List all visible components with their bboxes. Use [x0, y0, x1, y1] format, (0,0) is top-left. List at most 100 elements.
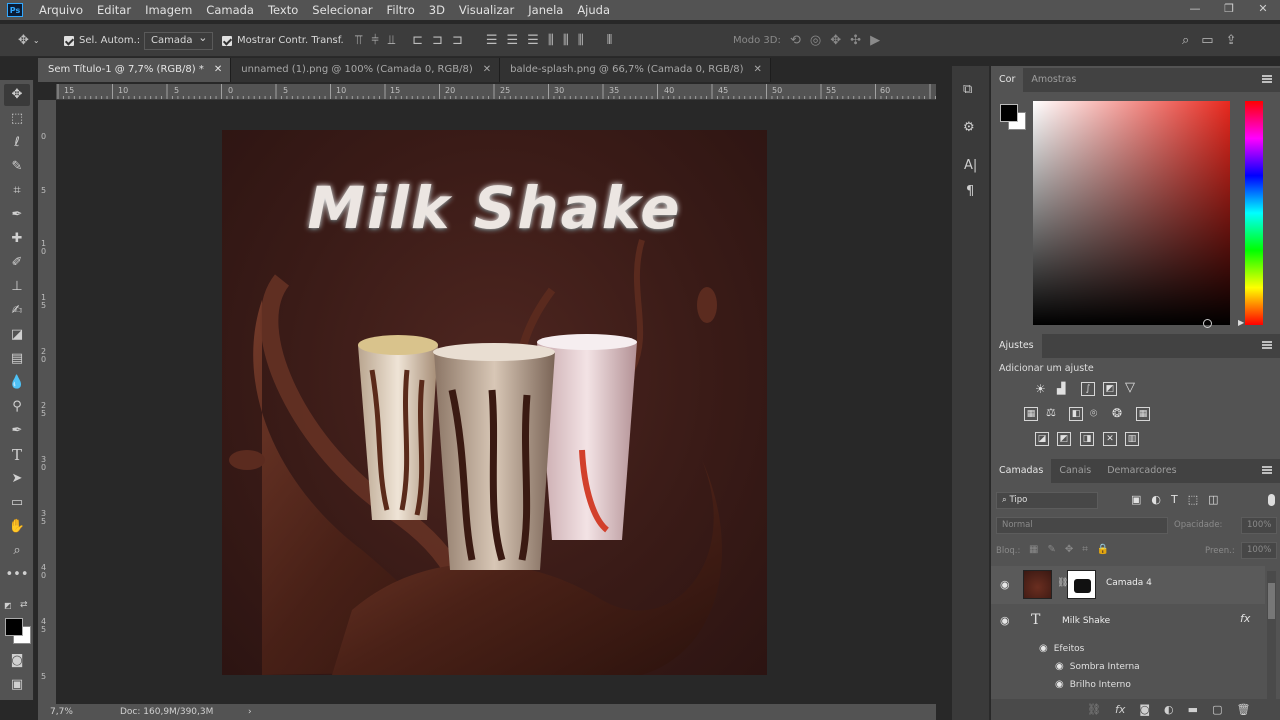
close-tab-icon[interactable]: ✕ [483, 58, 491, 82]
healing-brush-tool-icon[interactable]: ✚ [4, 228, 30, 250]
filter-pixel-icon[interactable]: ▣ [1131, 493, 1141, 506]
layer-row-milk-shake[interactable]: ◉ T Milk Shake fx [991, 606, 1265, 636]
tab-ajustes[interactable]: Ajustes [991, 334, 1042, 358]
status-arrow-icon[interactable]: › [248, 707, 252, 717]
color-fg-swatch[interactable] [1000, 104, 1018, 122]
panel-menu-icon[interactable] [1262, 75, 1272, 83]
path-selection-tool-icon[interactable]: ➤ [4, 468, 30, 490]
menu-arquivo[interactable]: Arquivo [33, 0, 91, 20]
tab-canais[interactable]: Canais [1051, 459, 1099, 483]
lock-image-icon[interactable]: ✎ [1047, 544, 1055, 555]
filter-smart-object-icon[interactable]: ◫ [1208, 493, 1218, 506]
pen-tool-icon[interactable]: ✒ [4, 420, 30, 442]
swap-colors-icon[interactable]: ⇄ [20, 600, 28, 610]
3d-orbit-icon[interactable]: ⟲ [790, 33, 801, 48]
align-hcenter-icon[interactable]: ⊐ [432, 33, 443, 48]
search-icon[interactable]: ⌕ [1182, 33, 1189, 48]
type-tool-icon[interactable]: T [4, 444, 30, 466]
dodge-tool-icon[interactable]: ⚲ [4, 396, 30, 418]
move-tool-icon[interactable]: ✥ [4, 84, 30, 106]
menu-selecionar[interactable]: Selecionar [306, 0, 380, 20]
layer-mask-thumbnail[interactable] [1067, 570, 1096, 599]
levels-adjust-icon[interactable]: ▟ [1057, 382, 1065, 395]
eraser-tool-icon[interactable]: ◪ [4, 324, 30, 346]
screen-mode-icon[interactable]: ▣ [4, 674, 30, 696]
minimize-icon[interactable]: — [1178, 0, 1212, 20]
curves-adjust-icon[interactable]: ∫ [1081, 382, 1095, 396]
eye-icon[interactable]: ◉ [1055, 661, 1064, 672]
menu-3d[interactable]: 3D [423, 0, 453, 20]
rectangle-tool-icon[interactable]: ▭ [4, 492, 30, 514]
effect-row-sombra-interna[interactable]: ◉ Sombra Interna [1055, 661, 1140, 672]
3d-slide-icon[interactable]: ✣ [850, 33, 861, 48]
marquee-tool-icon[interactable]: ⬚ [4, 108, 30, 130]
selective-color-adjust-icon[interactable]: ✕ [1103, 432, 1117, 446]
color-picker-cursor[interactable] [1203, 319, 1212, 328]
filter-adjustment-icon[interactable]: ◐ [1151, 493, 1161, 506]
filter-shape-icon[interactable]: ⬚ [1188, 493, 1198, 506]
menu-janela[interactable]: Janela [522, 0, 571, 20]
tab-balde-splash[interactable]: balde-splash.png @ 66,7% (Camada 0, RGB/… [500, 58, 771, 82]
3d-roll-icon[interactable]: ◎ [810, 33, 821, 48]
effect-row-brilho-interno[interactable]: ◉ Brilho Interno [1055, 679, 1131, 690]
eye-icon[interactable]: ◉ [1000, 614, 1010, 627]
menu-visualizar[interactable]: Visualizar [453, 0, 522, 20]
color-balance-adjust-icon[interactable]: ⚖ [1046, 406, 1056, 419]
layer-fx-badge[interactable]: fx [1240, 612, 1250, 625]
align-right-icon[interactable]: ⊐ [452, 33, 463, 48]
align-bottom-icon[interactable]: ⫫ [388, 33, 395, 48]
lock-position-icon[interactable]: ✥ [1065, 544, 1073, 555]
3d-camera-icon[interactable]: ▶ [870, 33, 880, 48]
color-lookup-adjust-icon[interactable]: ▦ [1136, 407, 1150, 421]
brush-tool-icon[interactable]: ✐ [4, 252, 30, 274]
properties-panel-icon[interactable]: ⚙ [963, 120, 975, 135]
vibrance-adjust-icon[interactable]: ▽ [1125, 380, 1135, 395]
brightness-adjust-icon[interactable]: ☀ [1035, 382, 1046, 396]
blur-tool-icon[interactable]: 💧 [4, 372, 30, 394]
color-picker-field[interactable] [1033, 101, 1230, 328]
lock-artboard-icon[interactable]: ⌗ [1082, 544, 1088, 555]
panel-menu-icon[interactable] [1262, 341, 1272, 349]
layer-filter-dropdown[interactable]: ⌕ Tipo [996, 492, 1098, 509]
auto-select-dropdown[interactable]: Camada [144, 30, 214, 50]
eye-icon[interactable]: ◉ [1039, 643, 1048, 654]
lock-transparent-icon[interactable]: ▦ [1029, 544, 1038, 555]
close-tab-icon[interactable]: ✕ [214, 58, 222, 82]
hue-slider-handle-icon[interactable]: ▶ [1238, 318, 1244, 327]
new-adjustment-icon[interactable]: ◐ [1164, 703, 1174, 716]
zoom-tool-icon[interactable]: ⌕ [4, 540, 30, 562]
posterize-adjust-icon[interactable]: ◩ [1057, 432, 1071, 446]
crop-tool-icon[interactable]: ⌗ [4, 180, 30, 202]
paragraph-panel-icon[interactable]: ¶ [966, 184, 974, 199]
quick-mask-icon[interactable]: ◙ [4, 650, 30, 672]
zoom-level[interactable]: 7,7% [50, 707, 110, 717]
photoshop-logo-icon[interactable]: Ps [7, 3, 23, 17]
history-brush-tool-icon[interactable]: ✍ [4, 300, 30, 322]
auto-select-checkbox[interactable]: Sel. Autom.: [64, 24, 140, 57]
default-colors-icon[interactable]: ◩ [4, 601, 13, 610]
threshold-adjust-icon[interactable]: ◨ [1080, 432, 1094, 446]
menu-texto[interactable]: Texto [262, 0, 306, 20]
align-vcenter-icon[interactable]: ⫩ [371, 33, 378, 48]
new-group-icon[interactable]: ▬ [1188, 703, 1198, 716]
menu-imagem[interactable]: Imagem [139, 0, 200, 20]
filter-toggle[interactable] [1268, 494, 1275, 506]
add-style-icon[interactable]: fx [1115, 703, 1125, 716]
menu-camada[interactable]: Camada [200, 0, 262, 20]
menu-ajuda[interactable]: Ajuda [571, 0, 618, 20]
black-white-adjust-icon[interactable]: ◧ [1069, 407, 1083, 421]
close-tab-icon[interactable]: ✕ [753, 58, 761, 82]
tab-demarcadores[interactable]: Demarcadores [1099, 459, 1184, 483]
effects-row[interactable]: ◉ Efeitos [1039, 643, 1084, 654]
exposure-adjust-icon[interactable]: ◩ [1103, 382, 1117, 396]
distribute-hcenter-icon[interactable]: ⫼ [563, 33, 569, 48]
lock-all-icon[interactable]: 🔒 [1097, 544, 1109, 555]
quick-select-tool-icon[interactable]: ✎ [4, 156, 30, 178]
tab-amostras[interactable]: Amostras [1023, 68, 1084, 92]
3d-pan-icon[interactable]: ✥ [830, 33, 841, 48]
channel-mixer-adjust-icon[interactable]: ❂ [1112, 406, 1122, 420]
layer-row-camada-4[interactable]: ◉ ⛓ Camada 4 [991, 566, 1265, 604]
lasso-tool-icon[interactable]: ℓ [4, 132, 30, 154]
hue-saturation-adjust-icon[interactable]: ▦ [1024, 407, 1038, 421]
foreground-color-swatch[interactable] [5, 618, 23, 636]
